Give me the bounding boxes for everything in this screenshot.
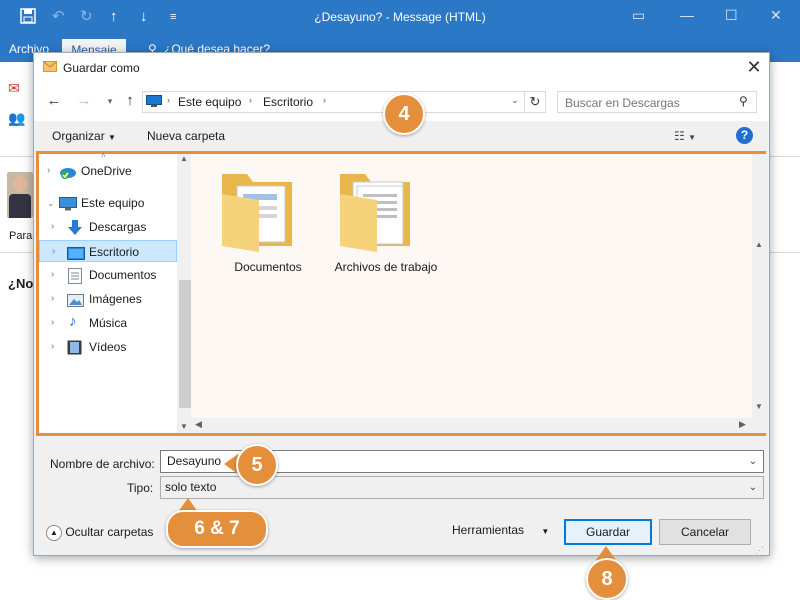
envelope-icon xyxy=(43,61,57,75)
address-bar[interactable]: › Este equipo › Escritorio › ⌄ xyxy=(142,91,528,113)
tools-label: Herramientas xyxy=(452,523,525,537)
crumb-separator-icon: › xyxy=(167,95,170,105)
callout-5: 5 xyxy=(236,444,278,486)
filename-label: Nombre de archivo: xyxy=(50,457,155,471)
nav-item-downloads[interactable]: › Descargas xyxy=(39,216,177,238)
organize-label: Organizar xyxy=(52,129,105,143)
chevron-right-icon: › xyxy=(51,221,55,232)
close-window-icon[interactable]: ✕ xyxy=(770,7,782,24)
callout-6-7: 6 & 7 xyxy=(166,510,268,548)
file-list-vertical-scrollbar[interactable]: ▲ ▼ xyxy=(752,154,766,433)
onedrive-icon xyxy=(59,164,76,179)
type-label: Tipo: xyxy=(127,481,154,495)
avatar xyxy=(7,172,33,218)
nav-item-this-pc[interactable]: ⌄ Este equipo xyxy=(39,192,177,214)
dialog-titlebar: Guardar como ✕ xyxy=(34,53,769,83)
scroll-down-icon[interactable]: ▼ xyxy=(755,402,763,411)
collapse-icon: ▲ xyxy=(46,525,62,541)
search-icon[interactable]: ⚲ xyxy=(739,94,748,108)
resize-grip-icon[interactable]: ⋰ xyxy=(755,545,764,556)
scroll-up-icon[interactable]: ˄ xyxy=(101,151,106,160)
cancel-button[interactable]: Cancelar xyxy=(659,519,751,545)
to-label: Para xyxy=(9,230,33,242)
desktop-icon xyxy=(67,245,85,260)
chevron-down-icon[interactable]: ⌄ xyxy=(743,477,763,498)
nav-item-desktop[interactable]: › Escritorio xyxy=(39,240,177,262)
scroll-up-icon[interactable]: ▲ xyxy=(755,240,763,249)
file-list: Documentos Archivos de trabajo xyxy=(191,154,752,433)
crumb-this-pc[interactable]: Este equipo xyxy=(178,95,241,109)
scroll-right-icon[interactable]: ▶ xyxy=(739,419,746,430)
callout-4: 4 xyxy=(383,93,425,135)
nav-scrollbar-thumb[interactable] xyxy=(179,280,191,408)
new-folder-button[interactable]: Nueva carpeta xyxy=(147,129,225,143)
folder-item-documents[interactable]: Documentos xyxy=(213,164,323,284)
folder-icon xyxy=(335,164,415,257)
nav-item-onedrive[interactable]: › OneDrive xyxy=(39,160,177,182)
download-icon xyxy=(67,220,83,235)
chevron-right-icon: › xyxy=(51,293,55,304)
scroll-left-icon[interactable]: ◀ xyxy=(195,419,202,430)
forward-icon[interactable]: → xyxy=(74,91,94,111)
search-box[interactable]: ⚲ xyxy=(557,91,757,113)
help-icon[interactable]: ? xyxy=(736,127,753,144)
filename-value: Desayuno xyxy=(167,454,222,468)
ignore-icon[interactable]: ✉ xyxy=(8,80,20,97)
crumb-desktop[interactable]: Escritorio xyxy=(263,95,313,109)
chevron-down-icon: ⌄ xyxy=(47,198,55,208)
nav-item-documents[interactable]: › Documentos xyxy=(39,264,177,286)
music-icon: ♪ xyxy=(69,313,77,330)
crumb-separator-icon: › xyxy=(249,95,252,105)
chevron-down-icon: ▼ xyxy=(541,527,550,536)
organize-button[interactable]: Organizar ▼ xyxy=(52,129,116,143)
nav-item-music[interactable]: › ♪ Música xyxy=(39,312,177,334)
chevron-right-icon: › xyxy=(52,246,56,257)
recent-locations-icon[interactable]: ▾ xyxy=(100,91,120,111)
file-browser-area: ˄ › OneDrive ⌄ Este equipo › Descargas ›… xyxy=(36,151,766,436)
hide-folders-button[interactable]: ▲ Ocultar carpetas xyxy=(46,525,153,541)
folder-item-work-files[interactable]: Archivos de trabajo xyxy=(331,164,441,284)
contacts-icon[interactable]: 👥 xyxy=(8,110,25,127)
chevron-down-icon: ▼ xyxy=(108,133,116,142)
navigation-pane: ˄ › OneDrive ⌄ Este equipo › Descargas ›… xyxy=(39,151,177,433)
scroll-up-icon[interactable]: ▲ xyxy=(180,154,188,163)
images-icon xyxy=(67,292,84,307)
chevron-right-icon: › xyxy=(51,341,55,352)
back-icon[interactable]: ← xyxy=(44,91,64,111)
type-value: solo texto xyxy=(165,480,217,494)
crumb-separator-icon: › xyxy=(323,95,326,105)
save-button[interactable]: Guardar xyxy=(564,519,652,545)
video-icon xyxy=(67,340,83,355)
outlook-titlebar: ↶ ↻ ↑ ↓ ≡ ¿Desayuno? - Message (HTML) ▭ … xyxy=(0,0,800,36)
subject-text: ¿No xyxy=(8,276,34,291)
view-options-icon[interactable]: ☷ ▼ xyxy=(674,129,696,143)
tools-menu[interactable]: Herramientas ▼ xyxy=(452,523,549,537)
chevron-right-icon: › xyxy=(51,317,55,328)
chevron-right-icon: › xyxy=(47,165,51,176)
up-icon[interactable]: ↑ xyxy=(120,91,140,111)
hide-folders-label: Ocultar carpetas xyxy=(65,525,154,540)
minimize-icon[interactable]: — xyxy=(680,7,694,23)
monitor-icon xyxy=(146,95,162,111)
maximize-icon[interactable]: ☐ xyxy=(725,7,738,24)
scroll-down-icon[interactable]: ▼ xyxy=(180,422,188,431)
chevron-down-icon[interactable]: ⌄ xyxy=(743,451,763,472)
folder-name: Archivos de trabajo xyxy=(334,260,438,274)
folder-icon xyxy=(217,164,297,257)
ribbon-display-icon[interactable]: ▭ xyxy=(632,7,645,24)
computer-icon xyxy=(59,196,77,211)
chevron-right-icon: › xyxy=(51,269,55,280)
address-dropdown-icon[interactable]: ⌄ xyxy=(511,95,519,106)
close-icon[interactable]: ✕ xyxy=(742,56,766,80)
search-input[interactable] xyxy=(563,94,737,112)
nav-item-videos[interactable]: › Vídeos xyxy=(39,336,177,358)
refresh-icon[interactable]: ↻ xyxy=(524,91,546,113)
document-icon xyxy=(68,268,84,284)
dialog-title: Guardar como xyxy=(63,61,140,75)
nav-item-images[interactable]: › Imágenes xyxy=(39,288,177,310)
file-list-horizontal-scrollbar[interactable]: ◀ ▶ xyxy=(191,418,752,433)
callout-8: 8 xyxy=(586,558,628,600)
